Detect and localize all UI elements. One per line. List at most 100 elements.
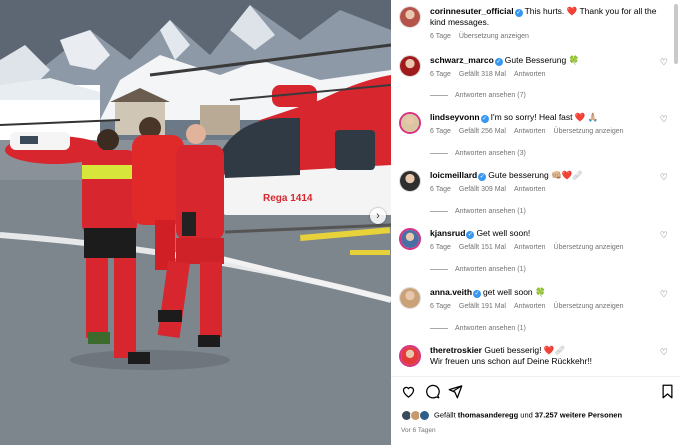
verified-badge-icon: ✓ <box>480 115 489 123</box>
view-replies-link[interactable]: Antworten ansehen (3) <box>430 150 526 157</box>
comment-like-icon[interactable]: ♡ <box>660 230 668 241</box>
comment-meta-link[interactable]: Antworten <box>514 303 546 310</box>
avatar-image <box>401 347 419 365</box>
likes-summary[interactable]: Gefällt thomasanderegg und 37.257 weiter… <box>401 410 622 421</box>
next-image-button[interactable]: › <box>370 208 386 224</box>
liked-user[interactable]: thomasanderegg <box>458 410 518 419</box>
comment-age: 6 Tage <box>430 71 451 78</box>
comment-meta: 6 Tage Gefällt 151 Mal Antworten Übersetzun… <box>430 242 664 253</box>
avatar[interactable] <box>399 228 421 250</box>
post-actions: Gefällt thomasanderegg und 37.257 weiter… <box>391 376 680 445</box>
avatar[interactable] <box>399 287 421 309</box>
comment-body: schwarz_marco ✓ Gute Besserung 🍀 6 Tage Gefä… <box>430 55 664 80</box>
liked-prefix: Gefällt <box>434 410 458 420</box>
comment-meta-link[interactable]: Antworten <box>514 128 546 135</box>
view-replies-link[interactable]: Antworten ansehen (7) <box>430 92 526 99</box>
bookmark-icon[interactable] <box>660 384 675 399</box>
comment-meta-link[interactable]: Gefällt 256 Mal <box>459 128 506 135</box>
comment-body: loicmeillard ✓ Gute besserung 👊🏼❤️🩹 6 Tage G… <box>430 170 664 195</box>
comments-panel: corinnesuter_official ✓ This hurts. ❤️ Tha… <box>391 0 680 445</box>
comment-meta-link[interactable]: Antworten <box>514 71 546 78</box>
share-icon[interactable] <box>448 384 463 399</box>
avatar[interactable] <box>399 170 421 192</box>
view-replies-label: Antworten ansehen (1) <box>455 266 526 273</box>
comment-like-icon[interactable]: ♡ <box>660 172 668 183</box>
comment-meta-link[interactable]: Gefällt 191 Mal <box>459 303 506 310</box>
avatar[interactable] <box>399 112 421 134</box>
post-photo[interactable]: Rega 1414 › <box>0 0 391 445</box>
view-replies-link[interactable]: Antworten ansehen (1) <box>430 325 526 332</box>
comment-text: get well soon 🍀 <box>483 287 546 297</box>
comment-age: 6 Tage <box>430 303 451 310</box>
comment-meta-link[interactable]: Gefällt 151 Mal <box>459 244 506 251</box>
avatar[interactable] <box>399 6 421 28</box>
replies-divider <box>430 210 448 212</box>
avatar-image <box>400 56 420 76</box>
comment-like-icon[interactable]: ♡ <box>660 114 668 125</box>
verified-badge-icon: ✓ <box>466 231 475 239</box>
comment-body: anna.veith ✓ get well soon 🍀 6 Tage Gefällt … <box>430 287 664 312</box>
comments-list[interactable]: corinnesuter_official ✓ This hurts. ❤️ Tha… <box>391 0 680 376</box>
avatar-image <box>400 171 420 191</box>
comment-text: Gute Besserung 🍀 <box>504 55 580 65</box>
comment-body: kjansrud ✓ Get well soon! 6 Tage Gefällt 151… <box>430 228 664 253</box>
comment-meta-link[interactable]: Übersetzung anzeigen <box>554 128 624 135</box>
post-timestamp: Vor 6 Tagen <box>401 427 436 434</box>
comment-icon[interactable] <box>425 384 440 399</box>
replies-divider <box>430 268 448 270</box>
scrollbar[interactable] <box>674 0 678 376</box>
avatar[interactable] <box>399 55 421 77</box>
comment-username[interactable]: theretroskier <box>430 345 482 355</box>
helicopter-label: Rega 1414 <box>263 193 313 204</box>
comment-meta-link[interactable]: Übersetzung anzeigen <box>459 33 529 40</box>
comment-body: corinnesuter_official ✓ This hurts. ❤️ Tha… <box>430 6 664 42</box>
liked-count[interactable]: 37.257 weitere Personen <box>535 410 622 419</box>
like-icon[interactable] <box>401 384 416 399</box>
comment-meta-link[interactable]: Übersetzung anzeigen <box>554 303 624 310</box>
liker-avatars <box>401 410 431 421</box>
comment-username[interactable]: corinnesuter_official <box>430 6 514 16</box>
comment-username[interactable]: schwarz_marco <box>430 55 494 65</box>
comment-username[interactable]: lindseyvonn <box>430 112 480 122</box>
comment-meta-link[interactable]: Gefällt 309 Mal <box>459 186 506 193</box>
comment-age: 6 Tage <box>430 186 451 193</box>
comment-like-icon[interactable]: ♡ <box>660 289 668 300</box>
view-replies-label: Antworten ansehen (7) <box>455 92 526 99</box>
comment-text: Get well soon! <box>476 228 531 238</box>
comment-body: lindseyvonn ✓ I'm so sorry! Heal fast ❤️ 🙏… <box>430 112 664 137</box>
rescue-scene-image: Rega 1414 <box>0 0 391 445</box>
replies-divider <box>430 94 448 96</box>
avatar-image <box>401 114 419 132</box>
comment-meta-link[interactable]: Gefällt 318 Mal <box>459 71 506 78</box>
comment-like-icon[interactable]: ♡ <box>660 57 668 68</box>
view-replies-label: Antworten ansehen (1) <box>455 325 526 332</box>
scrollbar-thumb[interactable] <box>674 4 678 64</box>
comment-meta: 6 Tage Gefällt 256 Mal Antworten Übersetzun… <box>430 126 664 137</box>
comment-username[interactable]: anna.veith <box>430 287 472 297</box>
replies-divider <box>430 152 448 154</box>
comment-age: 6 Tage <box>430 128 451 135</box>
comment-age: 6 Tage <box>430 33 451 40</box>
comment-text: Gute besserung 👊🏼❤️🩹 <box>488 170 583 180</box>
comment-meta-link[interactable]: Übersetzung anzeigen <box>554 244 624 251</box>
comment-meta-link[interactable]: Antworten <box>514 244 546 251</box>
avatar[interactable] <box>399 345 421 367</box>
avatar-image <box>400 288 420 308</box>
comment-username[interactable]: loicmeillard <box>430 170 477 180</box>
verified-badge-icon: ✓ <box>473 290 482 298</box>
view-replies-link[interactable]: Antworten ansehen (1) <box>430 266 526 273</box>
comment-meta: 6 Tage Gefällt 191 Mal Antworten Übersetzun… <box>430 301 664 312</box>
comment-age: 6 Tage <box>430 244 451 251</box>
verified-badge-icon: ✓ <box>514 9 523 17</box>
liked-mid: und <box>518 410 535 420</box>
comment-like-icon[interactable]: ♡ <box>660 347 668 358</box>
avatar-image <box>400 7 420 27</box>
avatar-image <box>401 230 419 248</box>
replies-divider <box>430 327 448 329</box>
comment-meta: 6 Tage Gefällt 309 Mal Antworten <box>430 184 664 195</box>
comment-meta-link[interactable]: Antworten <box>514 186 546 193</box>
verified-badge-icon: ✓ <box>494 58 503 66</box>
view-replies-label: Antworten ansehen (1) <box>455 208 526 215</box>
view-replies-link[interactable]: Antworten ansehen (1) <box>430 208 526 215</box>
comment-username[interactable]: kjansrud <box>430 228 465 238</box>
